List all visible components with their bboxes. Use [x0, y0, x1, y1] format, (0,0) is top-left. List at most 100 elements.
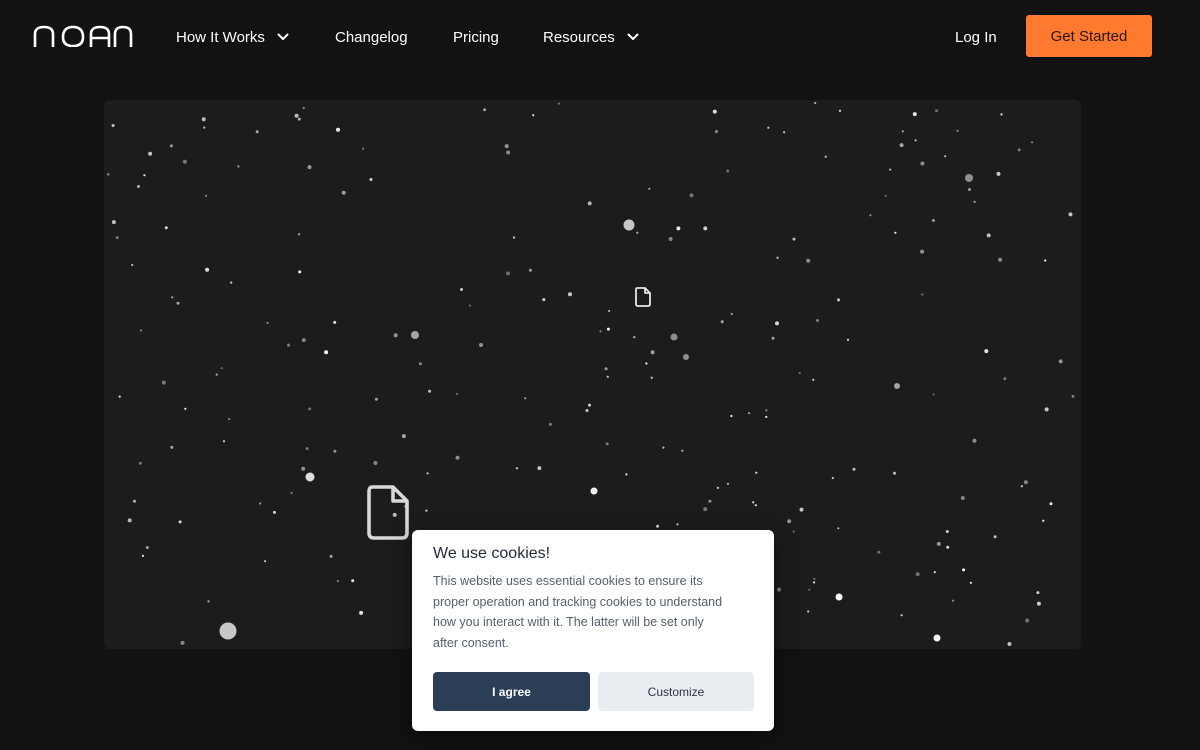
star	[996, 171, 1001, 176]
cookie-consent-dialog: We use cookies! This website uses essent…	[412, 530, 774, 731]
star	[297, 117, 301, 121]
cookie-description-line: how you interact with it. The latter wil…	[433, 615, 704, 629]
star	[900, 614, 903, 617]
star	[884, 194, 887, 197]
star	[973, 200, 976, 203]
star	[305, 447, 309, 451]
star	[730, 312, 733, 316]
cookie-title: We use cookies!	[433, 545, 551, 562]
star	[912, 112, 917, 117]
star	[336, 580, 339, 583]
star	[359, 610, 364, 615]
star	[506, 271, 510, 276]
star	[1000, 113, 1003, 116]
star	[362, 147, 365, 150]
star	[765, 415, 768, 418]
star	[869, 214, 872, 217]
star	[972, 438, 977, 443]
star	[645, 362, 648, 365]
star	[668, 237, 673, 241]
star	[730, 414, 733, 418]
star	[228, 418, 231, 421]
document-icon	[635, 287, 651, 307]
nav-how-it-works[interactable]: How It Works	[176, 26, 289, 48]
nav-pricing-label: Pricing	[453, 28, 499, 46]
star	[161, 380, 166, 385]
star	[1025, 618, 1030, 623]
star	[1003, 377, 1007, 381]
star	[455, 455, 460, 460]
star	[933, 571, 936, 574]
star	[636, 231, 639, 234]
star	[776, 256, 779, 259]
star	[625, 473, 628, 476]
star	[141, 554, 144, 557]
star	[726, 482, 730, 485]
login-link[interactable]: Log In	[955, 26, 997, 48]
star	[411, 331, 419, 339]
star	[993, 535, 997, 539]
star	[333, 449, 337, 453]
star	[164, 226, 168, 230]
star	[921, 293, 924, 296]
cookie-description-line: after consent.	[433, 635, 509, 650]
star	[676, 523, 679, 526]
star	[852, 467, 856, 471]
star	[716, 486, 720, 489]
star	[428, 389, 432, 393]
star	[951, 599, 955, 602]
star	[889, 168, 892, 171]
nav-resources[interactable]: Resources	[543, 26, 639, 48]
star	[237, 165, 240, 168]
star	[812, 378, 815, 381]
document-icon	[367, 485, 409, 540]
star	[133, 499, 136, 503]
star	[215, 373, 218, 376]
star	[708, 499, 712, 503]
star	[901, 130, 904, 133]
star	[838, 109, 842, 112]
cookie-description: This website uses essential cookies to e…	[433, 571, 759, 653]
star	[418, 362, 422, 366]
noan-logo[interactable]	[33, 25, 133, 47]
star	[426, 472, 429, 475]
star	[219, 622, 237, 640]
star	[170, 445, 174, 449]
star	[1031, 141, 1034, 144]
chevron-down-icon	[627, 33, 639, 40]
cookie-description-line: proper operation and tracking cookies to…	[433, 594, 723, 609]
star	[455, 392, 459, 395]
star	[606, 327, 610, 331]
star	[650, 350, 655, 355]
star	[139, 329, 143, 332]
star	[302, 106, 305, 109]
nav-pricing[interactable]: Pricing	[453, 26, 499, 48]
top-navigation: How It Works Changelog Pricing Resources…	[0, 0, 1200, 74]
star	[504, 144, 509, 149]
star	[305, 472, 315, 482]
star	[931, 219, 935, 222]
star	[920, 161, 925, 166]
star	[662, 446, 665, 449]
star	[264, 560, 267, 563]
star	[1071, 394, 1075, 398]
star	[714, 130, 718, 133]
star	[524, 397, 527, 400]
nav-changelog[interactable]: Changelog	[335, 26, 408, 48]
star	[914, 139, 917, 142]
agree-button[interactable]: I agree	[433, 672, 590, 711]
star	[689, 193, 694, 198]
customize-button[interactable]: Customize	[598, 672, 754, 711]
star	[899, 143, 904, 148]
star	[683, 354, 689, 360]
get-started-button[interactable]: Get Started	[1026, 15, 1152, 57]
star	[681, 449, 684, 452]
star	[460, 288, 463, 291]
star	[754, 504, 757, 507]
star	[373, 461, 378, 465]
star	[703, 507, 708, 512]
star	[204, 194, 208, 197]
star	[606, 375, 609, 378]
star	[351, 579, 355, 583]
star	[1042, 519, 1045, 522]
